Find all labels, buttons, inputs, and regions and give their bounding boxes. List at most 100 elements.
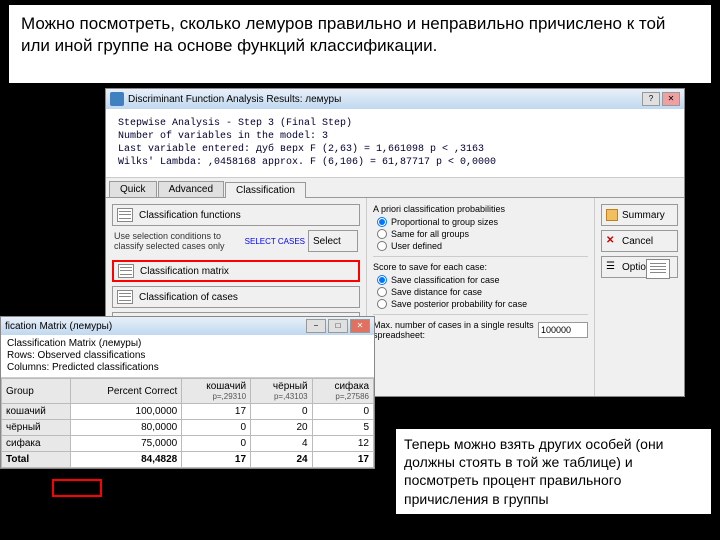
options-icon: ☰	[606, 261, 618, 273]
cell: 24	[251, 452, 313, 468]
stats-line: Last variable entered: дуб верх F (2,63)…	[118, 143, 672, 156]
matrix-header-line: Columns: Predicted classifications	[7, 362, 368, 374]
radio-save-posterior[interactable]: Save posterior probability for case	[377, 299, 588, 309]
apriori-title: A priori classification probabilities	[373, 204, 588, 214]
radio-label: User defined	[391, 241, 442, 251]
radio-proportional[interactable]: Proportional to group sizes	[377, 217, 588, 227]
apriori-group: A priori classification probabilities Pr…	[373, 204, 588, 251]
classification-functions-button[interactable]: Classification functions	[112, 204, 360, 226]
radio-input[interactable]	[377, 287, 387, 297]
maximize-button[interactable]: □	[328, 319, 348, 333]
tab-strip: Quick Advanced Classification	[106, 178, 684, 198]
stats-line: Stepwise Analysis - Step 3 (Final Step)	[118, 117, 672, 130]
col-cat2: чёрныйp=,43103	[251, 379, 313, 404]
row-percent: 80,0000	[70, 420, 181, 436]
select-cases-button[interactable]: Select	[308, 230, 358, 252]
cell: 17	[312, 452, 373, 468]
results-spreadsheet-icon[interactable]	[646, 259, 670, 279]
radio-userdefined[interactable]: User defined	[377, 241, 588, 251]
cancel-button[interactable]: Cancel	[601, 230, 678, 252]
col-group: Group	[2, 379, 71, 404]
cell: 17	[182, 452, 251, 468]
select-cases-link[interactable]: SELECT CASES	[245, 237, 305, 246]
summary-icon	[606, 209, 618, 221]
right-buttons-column: Summary Cancel ☰Options	[594, 198, 684, 396]
max-cases-row: Max. number of cases in a single results…	[373, 320, 588, 340]
cell: 12	[312, 436, 373, 452]
summary-button[interactable]: Summary	[601, 204, 678, 226]
window-buttons: ? ✕	[642, 92, 680, 106]
cell: 4	[251, 436, 313, 452]
close-button[interactable]: ✕	[350, 319, 370, 333]
grid-icon	[117, 290, 133, 304]
matrix-header-line: Rows: Observed classifications	[7, 350, 368, 362]
row-percent: 75,0000	[70, 436, 181, 452]
col-cat3: сифакаp=,27586	[312, 379, 373, 404]
matrix-window-title: fication Matrix (лемуры)	[5, 321, 306, 332]
radio-save-classification[interactable]: Save classification for case	[377, 275, 588, 285]
separator	[373, 314, 588, 315]
app-icon	[110, 92, 124, 106]
slide-top-text: Можно посмотреть, сколько лемуров правил…	[8, 4, 712, 84]
row-group: сифака	[2, 436, 71, 452]
cell: 0	[182, 436, 251, 452]
matrix-header: Classification Matrix (лемуры) Rows: Obs…	[1, 335, 374, 378]
row-percent: 100,0000	[70, 404, 181, 420]
cancel-icon	[606, 235, 618, 247]
classification-matrix-table: Group Percent Correct кошачийp=,29310 чё…	[1, 378, 374, 468]
classification-matrix-button[interactable]: Classification matrix	[112, 260, 360, 282]
radio-save-distance[interactable]: Save distance for case	[377, 287, 588, 297]
grid-icon	[117, 208, 133, 222]
button-label: Classification of cases	[139, 292, 238, 303]
radio-label: Save posterior probability for case	[391, 299, 527, 309]
button-label: Select	[313, 236, 341, 247]
minimize-button[interactable]: −	[306, 319, 326, 333]
tab-advanced[interactable]: Advanced	[158, 181, 224, 197]
matrix-title-line: Classification Matrix (лемуры)	[7, 338, 368, 350]
max-cases-input[interactable]	[538, 322, 588, 338]
dialog-titlebar: Discriminant Function Analysis Results: …	[106, 89, 684, 109]
help-window-button[interactable]: ?	[642, 92, 660, 106]
separator	[373, 256, 588, 257]
highlight-total-percent	[52, 479, 102, 497]
model-summary-text: Stepwise Analysis - Step 3 (Final Step) …	[106, 109, 684, 178]
close-window-button[interactable]: ✕	[662, 92, 680, 106]
cell: 0	[182, 420, 251, 436]
grid-icon	[118, 264, 134, 278]
stats-line: Wilks' Lambda: ,0458168 approx. F (6,106…	[118, 156, 672, 169]
row-group: кошачий	[2, 404, 71, 420]
radio-input[interactable]	[377, 217, 387, 227]
cell: 17	[182, 404, 251, 420]
cell: 5	[312, 420, 373, 436]
stats-line: Number of variables in the model: 3	[118, 130, 672, 143]
classification-of-cases-button[interactable]: Classification of cases	[112, 286, 360, 308]
button-label: Classification matrix	[140, 266, 229, 277]
matrix-titlebar: fication Matrix (лемуры) − □ ✕	[1, 317, 374, 335]
button-label: Summary	[622, 210, 665, 221]
table-row: кошачий100,00001700	[2, 404, 374, 420]
table-header-row: Group Percent Correct кошачийp=,29310 чё…	[2, 379, 374, 404]
tab-quick[interactable]: Quick	[109, 181, 157, 197]
row-group: чёрный	[2, 420, 71, 436]
tab-classification[interactable]: Classification	[225, 182, 306, 198]
table-row: Total84,4828172417	[2, 452, 374, 468]
row-percent: 84,4828	[70, 452, 181, 468]
radio-label: Save classification for case	[391, 275, 500, 285]
radio-input[interactable]	[377, 299, 387, 309]
matrix-window-buttons: − □ ✕	[306, 319, 370, 333]
cell: 0	[312, 404, 373, 420]
score-title: Score to save for each case:	[373, 262, 588, 272]
radio-label: Same for all groups	[391, 229, 469, 239]
radio-label: Proportional to group sizes	[391, 217, 498, 227]
radio-same[interactable]: Same for all groups	[377, 229, 588, 239]
radio-input[interactable]	[377, 275, 387, 285]
classification-matrix-window: fication Matrix (лемуры) − □ ✕ Classific…	[0, 316, 375, 469]
cell: 0	[251, 404, 313, 420]
options-column: A priori classification probabilities Pr…	[366, 198, 594, 396]
cell: 20	[251, 420, 313, 436]
table-row: сифака75,00000412	[2, 436, 374, 452]
button-label: Cancel	[622, 236, 653, 247]
radio-input[interactable]	[377, 241, 387, 251]
score-group: Score to save for each case: Save classi…	[373, 262, 588, 309]
radio-input[interactable]	[377, 229, 387, 239]
